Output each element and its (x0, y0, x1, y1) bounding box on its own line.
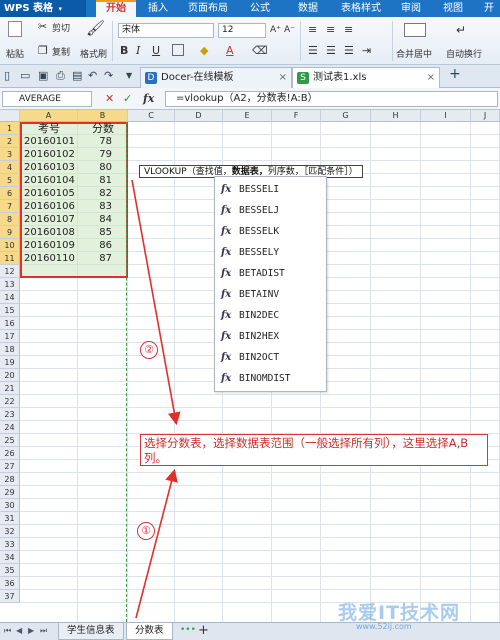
sheet-tab-student-info[interactable]: 学生信息表 (58, 623, 124, 640)
watermark-logo: 我爱IT技术网 (338, 602, 461, 624)
instruction-note: 选择分数表，选择数据表范围（一般选择所有列），这里选择A,B列。 (140, 434, 488, 466)
first-sheet-icon[interactable]: ⏮ (4, 626, 11, 636)
arrow-to-note (131, 179, 181, 426)
step-2-marker: ② (140, 341, 158, 359)
arrow-from-sheet-tab (135, 468, 178, 619)
more-sheets-icon[interactable]: ••• (180, 625, 196, 635)
sheet-tab-scores[interactable]: 分数表 (126, 623, 173, 640)
last-sheet-icon[interactable]: ⏭ (40, 626, 47, 636)
annotation-arrows (131, 179, 181, 619)
watermark-url: www.52ij.com (356, 622, 412, 631)
step-1-marker: ① (137, 522, 155, 540)
prev-sheet-icon[interactable]: ◀ (16, 626, 22, 635)
add-sheet-button[interactable]: + (198, 623, 209, 638)
next-sheet-icon[interactable]: ▶ (28, 626, 34, 635)
